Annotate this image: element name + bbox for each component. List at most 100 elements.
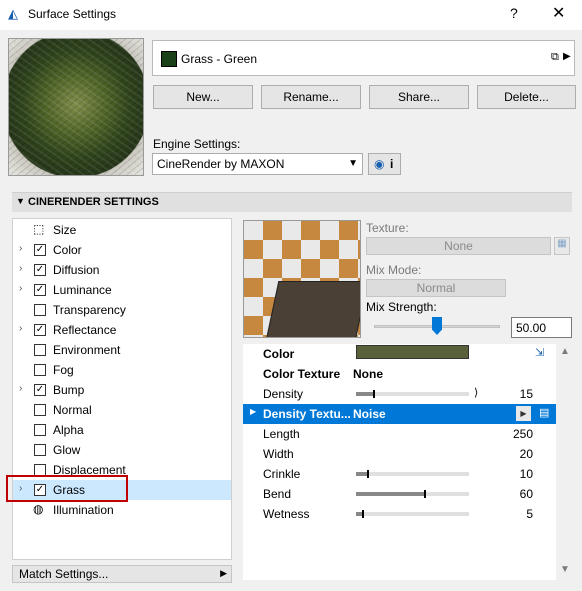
- mix-mode-label: Mix Mode:: [366, 263, 422, 277]
- grass-carpet-preview: [265, 281, 360, 337]
- channel-diffusion[interactable]: › ✓ Diffusion: [13, 260, 231, 280]
- properties-scrollbar[interactable]: ▲ ▼: [556, 344, 573, 580]
- channel-label: Fog: [53, 363, 74, 377]
- engine-select[interactable]: CineRender by MAXON ▼: [152, 153, 363, 175]
- channel-checkbox[interactable]: [34, 444, 46, 456]
- slider-end-icon: ⟩: [474, 387, 479, 399]
- chevron-right-icon: ▶: [220, 568, 227, 578]
- channel-label: Normal: [53, 403, 92, 417]
- channel-checkbox[interactable]: [34, 404, 46, 416]
- new-button[interactable]: New...: [153, 85, 253, 109]
- match-settings-button[interactable]: Match Settings... ▶: [12, 565, 232, 583]
- channel-checkbox[interactable]: [34, 364, 46, 376]
- close-button[interactable]: ✕: [552, 3, 565, 23]
- channel-normal[interactable]: Normal: [13, 400, 231, 420]
- property-label: Bend: [263, 487, 292, 501]
- rename-button[interactable]: Rename...: [261, 85, 361, 109]
- property-value[interactable]: 60: [520, 487, 533, 501]
- expand-chevron-icon[interactable]: ›: [19, 243, 22, 254]
- property-crinkle[interactable]: Crinkle 10: [243, 464, 556, 484]
- cinerender-settings-header[interactable]: ▼ CINERENDER SETTINGS: [12, 192, 572, 212]
- texture-preview: [243, 220, 361, 338]
- channel-checkbox[interactable]: [34, 304, 46, 316]
- property-bend[interactable]: Bend 60: [243, 484, 556, 504]
- channel-glow[interactable]: Glow: [13, 440, 231, 460]
- texture-settings-icon[interactable]: ▤: [539, 406, 549, 419]
- property-length[interactable]: Length 250: [243, 424, 556, 444]
- channel-list: ⬚ Size › ✓ Color › ✓ Diffusion › ✓ Luminance Transp…: [12, 218, 232, 560]
- channel-color[interactable]: › ✓ Color: [13, 240, 231, 260]
- chevron-right-icon[interactable]: ▶: [563, 51, 571, 62]
- property-value[interactable]: 10: [520, 467, 533, 481]
- engine-info-button[interactable]: ◉ i: [368, 153, 401, 175]
- channel-transparency[interactable]: Transparency: [13, 300, 231, 320]
- expand-chevron-icon[interactable]: ›: [19, 383, 22, 394]
- section-title: CINERENDER SETTINGS: [28, 196, 159, 208]
- channel-size[interactable]: ⬚ Size: [13, 220, 231, 240]
- property-value[interactable]: 250: [513, 427, 533, 441]
- channel-label: Environment: [53, 343, 121, 357]
- mix-strength-label: Mix Strength:: [366, 300, 437, 314]
- texture-menu-button[interactable]: ▶: [516, 406, 531, 421]
- channel-checkbox[interactable]: ✓: [34, 264, 46, 276]
- channel-illumination[interactable]: ◍ Illumination: [13, 500, 231, 520]
- eyedropper-icon[interactable]: ⇲: [535, 346, 544, 359]
- mix-strength-input[interactable]: 50.00: [511, 317, 572, 338]
- property-slider-fill: [356, 492, 424, 496]
- channel-alpha[interactable]: Alpha: [13, 420, 231, 440]
- scroll-up-icon[interactable]: ▲: [560, 346, 570, 357]
- surface-name-field[interactable]: Grass - Green ⧉ ▶: [152, 40, 575, 76]
- property-color[interactable]: Color ⇲: [243, 344, 556, 364]
- property-slider[interactable]: [356, 490, 469, 498]
- expand-chevron-icon[interactable]: ›: [19, 283, 22, 294]
- info-icon: i: [390, 157, 394, 171]
- channel-checkbox[interactable]: ✓: [34, 244, 46, 256]
- channel-environment[interactable]: Environment: [13, 340, 231, 360]
- channel-label: Luminance: [53, 283, 112, 297]
- channel-checkbox[interactable]: [34, 424, 46, 436]
- channel-fog[interactable]: Fog: [13, 360, 231, 380]
- property-wetness[interactable]: Wetness 5: [243, 504, 556, 524]
- channel-checkbox[interactable]: ✓: [34, 284, 46, 296]
- property-value[interactable]: 5: [526, 507, 533, 521]
- property-density-textu[interactable]: ▶ Density Textu... Noise ▶ ▤: [243, 404, 556, 424]
- size-icon: ⬚: [33, 222, 45, 236]
- help-button[interactable]: ?: [510, 5, 518, 21]
- chevron-down-icon: ▼: [348, 158, 358, 169]
- channel-checkbox[interactable]: ✓: [34, 384, 46, 396]
- mix-strength-slider-thumb[interactable]: [432, 317, 442, 335]
- property-value[interactable]: 20: [520, 447, 533, 461]
- property-label: Width: [263, 447, 294, 461]
- property-slider[interactable]: [356, 470, 469, 478]
- mix-mode-select: Normal: [366, 279, 506, 297]
- channel-reflectance[interactable]: › ✓ Reflectance: [13, 320, 231, 340]
- property-label: Length: [263, 427, 300, 441]
- share-button[interactable]: Share...: [369, 85, 469, 109]
- channel-checkbox[interactable]: ✓: [34, 324, 46, 336]
- property-slider[interactable]: [356, 390, 469, 398]
- scroll-down-icon[interactable]: ▼: [560, 564, 570, 575]
- property-slider[interactable]: [356, 510, 469, 518]
- delete-button[interactable]: Delete...: [477, 85, 576, 109]
- property-width[interactable]: Width 20: [243, 444, 556, 464]
- channel-bump[interactable]: › ✓ Bump: [13, 380, 231, 400]
- expand-chevron-icon[interactable]: ›: [19, 323, 22, 334]
- engine-settings-label: Engine Settings:: [153, 137, 241, 151]
- texture-browse-icon: ▦: [554, 237, 570, 255]
- collapse-triangle-icon: ▼: [16, 196, 25, 206]
- grass-color-swatch[interactable]: [356, 345, 469, 359]
- property-label: Wetness: [263, 507, 310, 521]
- channel-checkbox[interactable]: [34, 344, 46, 356]
- match-settings-label: Match Settings...: [19, 567, 109, 581]
- expand-chevron-icon[interactable]: ›: [19, 263, 22, 274]
- property-color-texture[interactable]: Color Texture None: [243, 364, 556, 384]
- expand-triangle-icon[interactable]: ▶: [250, 407, 256, 416]
- channel-label: Glow: [53, 443, 81, 457]
- channel-luminance[interactable]: › ✓ Luminance: [13, 280, 231, 300]
- surface-picker-icon[interactable]: ⧉: [551, 51, 559, 64]
- channel-label: Illumination: [53, 503, 114, 517]
- channel-label: Transparency: [53, 303, 126, 317]
- property-value[interactable]: 15: [520, 387, 533, 401]
- property-density[interactable]: Density ⟩ 15: [243, 384, 556, 404]
- channel-label: Size: [53, 223, 77, 237]
